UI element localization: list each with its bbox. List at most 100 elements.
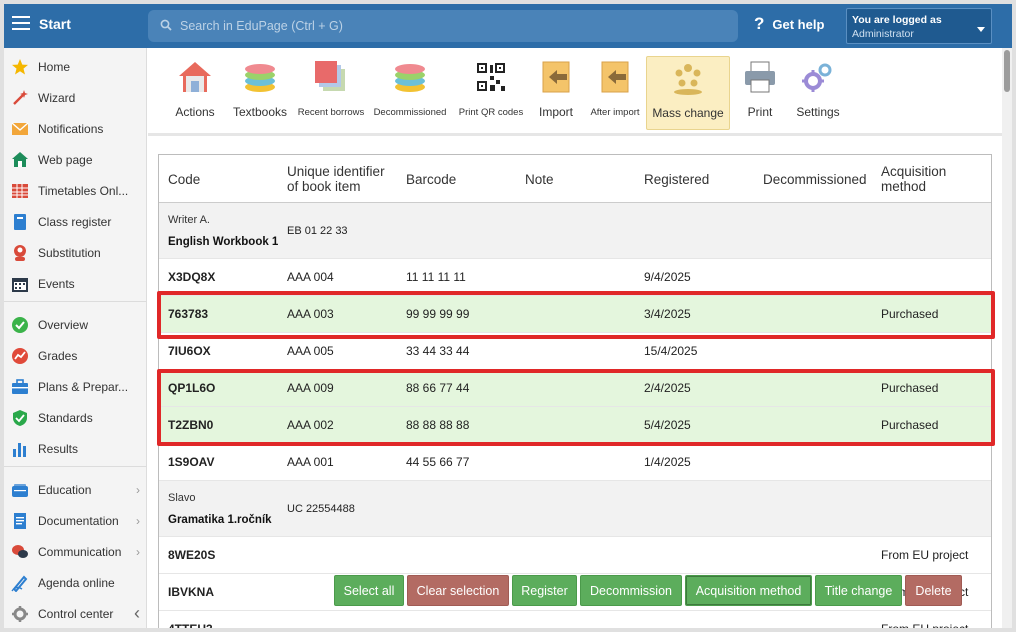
search-icon (160, 19, 172, 31)
title-group-row[interactable]: Writer A. English Workbook 1 EB 01 22 33 (159, 203, 991, 259)
table-row[interactable]: 8WE20S From EU project (159, 537, 991, 574)
header-code[interactable]: Code (168, 172, 200, 187)
sidebar-item-communication[interactable]: Communication › (4, 536, 147, 567)
sidebar-item-grades[interactable]: Grades (4, 340, 147, 371)
header-uid[interactable]: Unique identifier of book item (287, 164, 385, 194)
sidebar-item-standards[interactable]: Standards (4, 402, 147, 433)
search-box[interactable] (148, 10, 738, 42)
title-group-row[interactable]: Slavo Gramatika 1.ročník UC 22554488 (159, 481, 991, 537)
get-help-button[interactable]: ? Get help (754, 14, 824, 34)
header-acquisition[interactable]: Acquisition method (881, 164, 946, 194)
sidebar-item-results[interactable]: Results (4, 433, 147, 464)
toolbar-print-button[interactable]: Print (738, 56, 782, 130)
cell-uid: AAA 004 (287, 270, 334, 284)
pen-icon (11, 574, 29, 592)
header-barcode[interactable]: Barcode (406, 172, 456, 187)
calendar-icon (11, 275, 29, 293)
shield-icon (11, 409, 29, 427)
toolbar-import-button[interactable]: Import (533, 56, 579, 130)
group-author: Slavo (168, 492, 196, 504)
books-stack-icon (243, 56, 277, 99)
sidebar-item-label: Timetables Onl... (38, 183, 129, 198)
sidebar-item-label: Agenda online (38, 575, 115, 590)
books-icon (11, 481, 29, 499)
toolbar-recent-borrows-button[interactable]: Recent borrows (296, 56, 366, 130)
toolbar-button-label: Mass change (652, 106, 724, 120)
user-menu[interactable]: You are logged as Administrator (846, 8, 992, 44)
toolbar-settings-button[interactable]: Settings (790, 56, 846, 130)
after-import-icon (598, 56, 632, 99)
toolbar-button-label: Settings (796, 105, 840, 119)
chevron-right-icon: › (136, 513, 140, 528)
table-row[interactable]: 4TTEU3 From EU project (159, 611, 991, 628)
cell-barcode: 11 11 11 11 (406, 270, 466, 284)
sidebar-item-notifications[interactable]: Notifications (4, 113, 147, 144)
sidebar-item-events[interactable]: Events (4, 268, 147, 299)
cell-code: 8WE20S (168, 548, 216, 562)
sidebar-item-timetables-onl[interactable]: Timetables Onl... (4, 175, 147, 206)
title-change-button[interactable]: Title change (815, 575, 902, 606)
clear-selection-button[interactable]: Clear selection (407, 575, 509, 606)
page-scrollbar[interactable] (1002, 48, 1012, 628)
register-button[interactable]: Register (512, 575, 577, 606)
sidebar-item-wizard[interactable]: Wizard (4, 82, 147, 113)
sidebar-divider (4, 466, 147, 467)
hamburger-menu-icon[interactable] (12, 16, 30, 32)
cell-code: IBVKNA (168, 585, 215, 599)
cell-uid: AAA 001 (287, 455, 334, 469)
printer-icon (743, 56, 777, 99)
toolbar-textbooks-button[interactable]: Textbooks (228, 56, 292, 130)
question-icon: ? (754, 14, 765, 33)
cards-icon (314, 56, 348, 99)
table-row[interactable]: 1S9OAV AAA 001 44 55 66 77 1/4/2025 (159, 444, 991, 481)
delete-button[interactable]: Delete (905, 575, 962, 606)
check-circle-icon (11, 316, 29, 334)
user-status-label: You are logged as (852, 14, 942, 26)
collapse-sidebar-icon[interactable]: ‹ (134, 603, 140, 624)
header-registered[interactable]: Registered (644, 172, 709, 187)
top-bar: Start ? Get help You are logged as Admin… (4, 4, 1012, 48)
sidebar-item-control-center[interactable]: Control center ‹ (4, 598, 147, 628)
book-icon (11, 213, 29, 231)
sidebar-item-label: Class register (38, 214, 112, 229)
sidebar-item-label: Plans & Prepar... (38, 379, 129, 394)
sidebar-item-label: Substitution (38, 245, 101, 260)
header-note[interactable]: Note (525, 172, 554, 187)
toolbar-mass-change-button[interactable]: Mass change (646, 56, 730, 130)
sidebar-item-web-page[interactable]: Web page (4, 144, 147, 175)
chevron-right-icon: › (136, 544, 140, 559)
toolbar-print-qr-codes-button[interactable]: Print QR codes (456, 56, 526, 130)
search-input[interactable] (180, 10, 730, 42)
sidebar-item-home[interactable]: Home (4, 51, 147, 82)
toolbar-actions-button[interactable]: Actions (166, 56, 224, 130)
select-all-button[interactable]: Select all (334, 575, 404, 606)
scrollbar-thumb[interactable] (1004, 50, 1010, 92)
sidebar: Home Wizard Notifications Web page Timetable… (4, 48, 147, 628)
chevron-down-icon (977, 27, 985, 32)
sidebar-item-class-register[interactable]: Class register (4, 206, 147, 237)
cell-barcode: 33 44 33 44 (406, 344, 470, 358)
sidebar-item-substitution[interactable]: Substitution (4, 237, 147, 268)
group-author: Writer A. (168, 214, 210, 226)
house-icon (178, 56, 212, 99)
cell-registered: 1/4/2025 (644, 455, 691, 469)
toolbar-after-import-button[interactable]: After import (588, 56, 642, 130)
sidebar-item-label: Events (38, 276, 75, 291)
star-icon (11, 58, 29, 76)
toolbar-decommissioned-button[interactable]: Decommissioned (372, 56, 448, 130)
settings-gears-icon (801, 56, 835, 99)
decommission-button[interactable]: Decommission (580, 575, 682, 606)
sidebar-item-agenda-online[interactable]: Agenda online (4, 567, 147, 598)
header-decommissioned[interactable]: Decommissioned (763, 172, 867, 187)
cell-acquisition: From EU project (881, 548, 969, 562)
sidebar-item-overview[interactable]: Overview (4, 309, 147, 340)
sidebar-item-label: Grades (38, 348, 78, 363)
sidebar-item-plans-prepar[interactable]: Plans & Prepar... (4, 371, 147, 402)
start-label[interactable]: Start (39, 16, 71, 32)
sidebar-item-documentation[interactable]: Documentation › (4, 505, 147, 536)
chat-icon (11, 543, 29, 561)
sidebar-item-education[interactable]: Education › (4, 474, 147, 505)
toolbar-button-label: Print QR codes (458, 107, 524, 118)
group-uid: UC 22554488 (287, 503, 355, 515)
acquisition-method-button[interactable]: Acquisition method (685, 575, 812, 606)
